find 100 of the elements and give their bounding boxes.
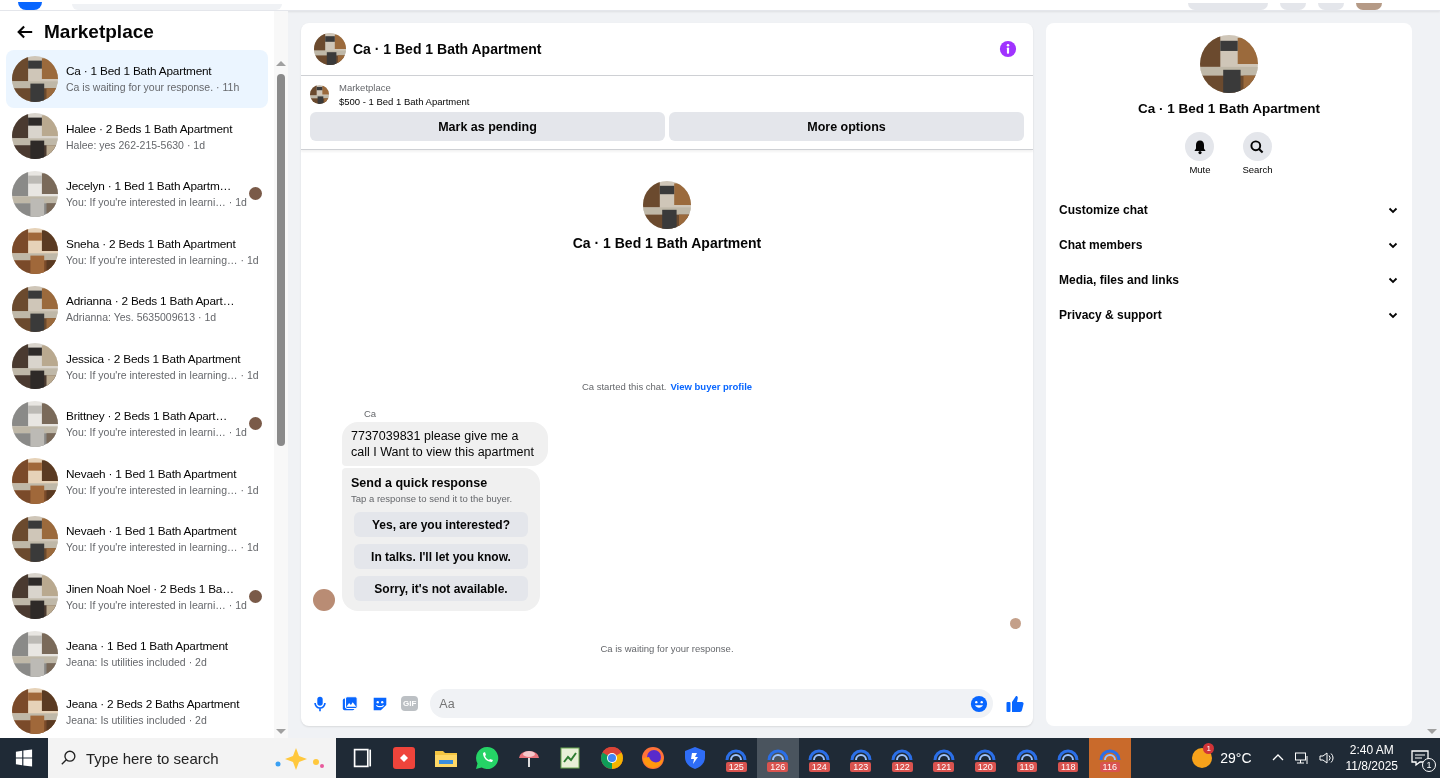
avatar[interactable] <box>1356 3 1382 10</box>
listing-title[interactable]: $500 - 1 Bed 1 Bath Apartment <box>339 96 470 107</box>
thumbs-up-icon[interactable] <box>1005 693 1025 714</box>
conversation-item[interactable]: Brittney · 2 Beds 1 Bath Apart… You: If you're interested in learni… · 1d <box>6 395 268 453</box>
action-button[interactable]: More options <box>669 112 1024 141</box>
message-preview: You: If you're interested in learning… <box>66 368 238 381</box>
search-icon <box>1249 138 1266 155</box>
conversation-item[interactable]: Halee · 2 Beds 1 Bath Apartment Halee: yes 262-215-5630 · 1d <box>6 107 268 165</box>
sun-icon[interactable] <box>1192 748 1213 768</box>
card-title: Send a quick response <box>351 476 489 490</box>
mute-button[interactable] <box>1185 132 1215 161</box>
taskbar-app[interactable]: 121 <box>923 738 965 778</box>
scrollbar[interactable] <box>274 11 288 738</box>
profile-link[interactable]: View buyer profile <box>670 381 753 392</box>
conversation-item[interactable]: Nevaeh · 1 Bed 1 Bath Apartment You: If you're interested in learning… · 1d <box>6 510 268 568</box>
section-header[interactable]: Customize chat <box>1059 192 1399 227</box>
conversation-title: Brittney · 2 Beds 1 Bath Apart… <box>66 409 228 424</box>
microphone-icon[interactable] <box>311 694 329 713</box>
count-badge: 126 <box>767 762 789 772</box>
conversation-title: Jecelyn · 1 Bed 1 Bath Apartm… <box>66 179 233 194</box>
notepad-icon <box>558 746 583 770</box>
count-badge: 124 <box>808 762 830 772</box>
count-badge: 118 <box>1058 762 1079 772</box>
chat-title: Ca · 1 Bed 1 Bath Apartment <box>353 41 542 57</box>
message-preview: Halee: yes 262-215-5630 <box>66 138 184 151</box>
quick-reply-button[interactable]: Yes, are you interested? <box>354 512 528 537</box>
conversation-item[interactable]: Jeana · 2 Beds 2 Baths Apartment Jeana: Is utilities included · 2d <box>6 682 268 738</box>
temperature[interactable]: 29°C <box>1220 750 1252 766</box>
taskbar-search-field[interactable]: Type here to search <box>48 738 336 778</box>
system-message: Ca started this chat. <box>581 381 667 392</box>
message-preview: You: If you're interested in learning… <box>66 253 238 266</box>
conversation-item[interactable]: Jecelyn · 1 Bed 1 Bath Apartm… You: If you're interested in learni… · 1d <box>6 165 268 223</box>
message-bubble: 7737039831 please give me a call I Want to view this apartment <box>342 422 548 466</box>
search-button[interactable] <box>1243 132 1272 161</box>
clock-time[interactable]: 2:40 AM <box>1349 742 1394 758</box>
emoji-icon[interactable] <box>970 694 988 713</box>
taskbar-app[interactable]: 124 <box>798 738 840 778</box>
shield-icon <box>682 746 707 770</box>
count-badge: 123 <box>850 762 872 772</box>
clock-date[interactable]: 11/8/2025 <box>1345 758 1398 774</box>
conversation-item[interactable]: Adrianna · 2 Beds 1 Bath Apart… Adrianna: Yes. 5635009613 · 1d <box>6 280 268 338</box>
count-badge: 119 <box>1016 762 1037 772</box>
conversation-title: Ca · 1 Bed 1 Bath Apartment <box>66 64 213 79</box>
taskbar-app[interactable]: 118 <box>1047 738 1089 778</box>
card-hint: Tap a response to send it to the buyer. <box>351 493 514 504</box>
conversation-item[interactable]: Jinen Noah Noel · 2 Beds 1 Ba… You: If you're interested in learni… · 1d <box>6 567 268 625</box>
notification-badge: 1 <box>1422 758 1436 772</box>
action-button[interactable]: Mark as pending <box>310 112 665 141</box>
timestamp: · 11h <box>216 81 240 94</box>
browser-icon <box>599 746 624 770</box>
listing-label: Marketplace <box>339 82 392 93</box>
taskbar-app[interactable]: 126 <box>757 738 799 778</box>
taskbar-app[interactable]: 122 <box>881 738 923 778</box>
conversation-title: Sneha · 2 Beds 1 Bath Apartment <box>66 236 237 251</box>
count-badge: 122 <box>891 762 913 772</box>
timestamp: · 1d <box>228 196 247 209</box>
conversation-item[interactable]: Jeana · 1 Bed 1 Bath Apartment Jeana: Is utilities included · 2d <box>6 625 268 683</box>
info-icon[interactable] <box>999 40 1017 58</box>
chat-intro-title: Ca · 1 Bed 1 Bath Apartment <box>572 235 762 251</box>
taskbar-app[interactable]: 123 <box>840 738 882 778</box>
network-icon[interactable] <box>1293 750 1310 766</box>
conversation-item[interactable]: Ca · 1 Bed 1 Bath Apartment Ca is waiting for your response. · 11h <box>6 50 268 108</box>
avatar <box>1010 618 1021 629</box>
quick-reply-button[interactable]: Sorry, it's not available. <box>354 576 528 601</box>
taskbar-app[interactable]: 125 <box>715 738 757 778</box>
logo-icon <box>18 2 42 10</box>
notification-icon[interactable] <box>1410 748 1430 768</box>
search-field[interactable] <box>72 4 282 10</box>
conversation-title: Jeana · 2 Beds 2 Baths Apartment <box>66 696 241 711</box>
conversation-title: Nevaeh · 1 Bed 1 Bath Apartment <box>66 524 238 539</box>
message-preview: You: If you're interested in learning… <box>66 541 238 554</box>
conversation-title: Halee · 2 Beds 1 Bath Apartment <box>66 121 234 136</box>
section-header[interactable]: Chat members <box>1059 227 1399 262</box>
timestamp: · 1d <box>186 138 205 151</box>
avatar <box>313 589 335 611</box>
taskbar-app[interactable]: 120 <box>964 738 1006 778</box>
speaker-icon[interactable] <box>1317 750 1334 766</box>
search-icon <box>60 749 78 767</box>
timestamp: · 2d <box>188 713 207 726</box>
page-title: Marketplace <box>44 20 154 43</box>
message-preview: Adrianna: Yes. 5635009613 <box>66 311 196 324</box>
section-title: Privacy & support <box>1059 307 1162 322</box>
taskbar-app[interactable]: 119 <box>1006 738 1048 778</box>
conversation-title: Jessica · 2 Beds 1 Bath Apartment <box>66 351 242 366</box>
action-label: Mute <box>1189 164 1211 175</box>
section-header[interactable]: Privacy & support <box>1059 297 1399 332</box>
timestamp: · 1d <box>198 311 217 324</box>
quick-reply-button[interactable]: In talks. I'll let you know. <box>354 544 528 569</box>
windows-logo-icon[interactable] <box>15 749 33 767</box>
section-header[interactable]: Media, files and links <box>1059 262 1399 297</box>
conversation-item[interactable]: Sneha · 2 Beds 1 Bath Apartment You: If you're interested in learning… · 1d <box>6 222 268 280</box>
image-icon[interactable] <box>341 694 359 713</box>
timestamp: · 2d <box>188 656 207 669</box>
message-field[interactable]: Aa <box>430 689 993 718</box>
message-preview: You: If you're interested in learni… <box>66 426 226 439</box>
conversation-item[interactable]: Nevaeh · 1 Bed 1 Bath Apartment You: If you're interested in learning… · 1d <box>6 452 268 510</box>
timestamp: · 1d <box>228 598 247 611</box>
conversation-item[interactable]: Jessica · 2 Beds 1 Bath Apartment You: If you're interested in learning… · 1d <box>6 337 268 395</box>
taskbar-app[interactable]: 116 <box>1089 738 1131 778</box>
conversation-title: Jeana · 1 Bed 1 Bath Apartment <box>66 639 229 654</box>
